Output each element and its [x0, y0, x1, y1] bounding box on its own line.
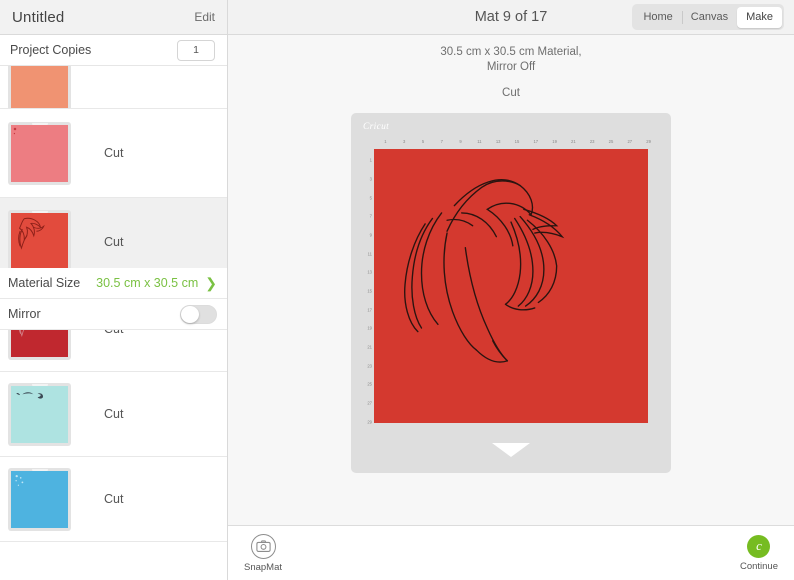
mat-thumbnail-material	[11, 66, 68, 108]
ruler-vertical: 1 3 5 7 9 11 13 15 17 19 21 23 25 27 29	[361, 151, 373, 431]
view-segmented-control: Home Canvas Make	[632, 4, 784, 30]
project-copies-label: Project Copies	[10, 43, 92, 57]
list-item-label: Cut	[104, 407, 124, 421]
mat-thumbnail-art	[11, 471, 68, 528]
ruler-tick-h: 3	[403, 139, 406, 144]
ruler-tick-h: 15	[514, 139, 520, 144]
snapmat-button[interactable]: SnapMat	[244, 533, 283, 573]
material-size-row[interactable]: Material Size 30.5 cm x 30.5 cm ❯	[0, 268, 227, 299]
ruler-tick-v: 27	[367, 400, 372, 406]
tab-make[interactable]: Make	[737, 6, 782, 28]
ruler-tick-v: 15	[367, 288, 372, 294]
ruler-tick-h: 13	[495, 139, 501, 144]
mat-thumbnail-material	[11, 385, 68, 443]
ruler-tick-h: 5	[421, 139, 425, 144]
ruler-tick-h: 17	[533, 139, 539, 144]
ruler-tick-v: 3	[369, 176, 372, 182]
material-sheet[interactable]	[374, 149, 648, 423]
ruler-tick-v: 21	[367, 344, 372, 350]
project-title: Untitled	[12, 8, 65, 26]
ruler-tick-v: 29	[367, 419, 372, 425]
ruler-tick-h: 23	[589, 139, 595, 144]
project-copies-row: Project Copies 1	[0, 35, 227, 66]
ruler-tick-h: 1	[384, 139, 387, 144]
mat-thumbnail	[8, 210, 71, 273]
sidebar: Untitled Edit Project Copies 1 Cut Cut C…	[0, 0, 228, 580]
list-item[interactable]: Cut	[0, 457, 227, 542]
mat-thumbnail-material	[11, 124, 68, 182]
mat-thumbnail-art	[11, 386, 68, 443]
continue-label: Continue	[739, 560, 778, 572]
mat-thumbnail	[8, 467, 71, 531]
mirror-label: Mirror	[8, 307, 41, 321]
material-size-label: Material Size	[8, 276, 81, 290]
list-item[interactable]: Cut	[0, 109, 227, 198]
material-size-value-group: 30.5 cm x 30.5 cm ❯	[96, 276, 217, 290]
design-artwork[interactable]	[374, 149, 648, 423]
cricut-logo-icon: c	[747, 534, 771, 558]
ruler-tick-h: 7	[440, 139, 443, 144]
ruler-tick-v: 5	[369, 195, 372, 201]
cutting-mat[interactable]: Cricut 1 3 5 7 9 11 13 15 17 19 21 23 25 27 29 1 3 5 7 9 11…	[351, 113, 671, 473]
ruler-tick-v: 7	[369, 213, 372, 219]
tab-home[interactable]: Home	[634, 7, 681, 28]
ruler-tick-v: 9	[369, 232, 372, 238]
material-size-value: 30.5 cm x 30.5 cm	[96, 276, 199, 290]
mirror-toggle[interactable]	[180, 304, 217, 324]
list-item-label: Cut	[104, 146, 124, 160]
camera-icon	[250, 533, 276, 559]
mat-operation-label: Cut	[502, 87, 520, 99]
page-title: Mat 9 of 17	[474, 9, 548, 25]
ruler-tick-h: 25	[608, 139, 614, 144]
bottom-bar: SnapMat c Continue	[228, 525, 794, 580]
mat-thumbnail-art	[11, 125, 68, 182]
list-item[interactable]	[0, 66, 227, 109]
list-item-label: Cut	[104, 492, 124, 506]
ruler-tick-h: 27	[627, 139, 633, 144]
ruler-tick-v: 11	[367, 251, 372, 257]
ruler-tick-v: 13	[367, 269, 372, 275]
snapmat-label: SnapMat	[244, 561, 283, 573]
tab-canvas[interactable]: Canvas	[681, 7, 737, 28]
mat-thumbnail-art	[11, 213, 68, 270]
continue-button[interactable]: c Continue	[739, 534, 778, 572]
edit-button[interactable]: Edit	[194, 10, 215, 24]
mat-thumbnail	[8, 121, 71, 185]
ruler-tick-h: 9	[459, 139, 462, 144]
mat-thumbnail	[8, 66, 71, 108]
mat-settings-panel: Material Size 30.5 cm x 30.5 cm ❯ Mirror	[0, 268, 227, 330]
ruler-tick-v: 17	[367, 307, 372, 313]
mirror-row: Mirror	[0, 299, 227, 330]
ruler-tick-h: 21	[571, 139, 576, 144]
list-item-label: Cut	[104, 234, 124, 249]
project-copies-input[interactable]: 1	[177, 39, 215, 61]
mat-alignment-arrow-icon	[492, 443, 530, 457]
cricut-brand-label: Cricut	[363, 122, 390, 132]
ruler-tick-v: 19	[367, 325, 372, 331]
sidebar-header: Untitled Edit	[0, 0, 227, 35]
mat-thumbnail	[8, 382, 71, 446]
ruler-tick-h: 19	[552, 139, 557, 144]
mat-info: 30.5 cm x 30.5 cm Material, Mirror Off C…	[228, 35, 794, 99]
canvas-area[interactable]: Cricut 1 3 5 7 9 11 13 15 17 19 21 23 25 27 29 1 3 5 7 9 11…	[228, 99, 794, 525]
mat-thumbnail-material	[11, 470, 68, 528]
mirror-toggle-knob	[181, 305, 199, 323]
ruler-tick-v: 25	[367, 381, 372, 387]
ruler-tick-v: 1	[369, 157, 372, 163]
chevron-right-icon: ❯	[205, 275, 217, 291]
ruler-horizontal: 1 3 5 7 9 11 13 15 17 19 21 23 25 27 29	[376, 139, 658, 149]
ruler-tick-h: 11	[477, 139, 482, 144]
top-bar: Mat 9 of 17 Home Canvas Make	[228, 0, 794, 35]
mat-material-line: 30.5 cm x 30.5 cm Material,	[440, 46, 582, 58]
main-panel: Mat 9 of 17 Home Canvas Make 30.5 cm x 3…	[228, 0, 794, 580]
ruler-tick-v: 23	[367, 363, 372, 369]
mat-mirror-line: Mirror Off	[486, 60, 536, 73]
app-root: Untitled Edit Project Copies 1 Cut Cut C…	[0, 0, 794, 580]
continue-glyph: c	[756, 538, 762, 553]
ruler-tick-h: 29	[646, 139, 651, 144]
list-item[interactable]: Cut	[0, 372, 227, 457]
mat-thumbnail-material	[11, 213, 68, 270]
